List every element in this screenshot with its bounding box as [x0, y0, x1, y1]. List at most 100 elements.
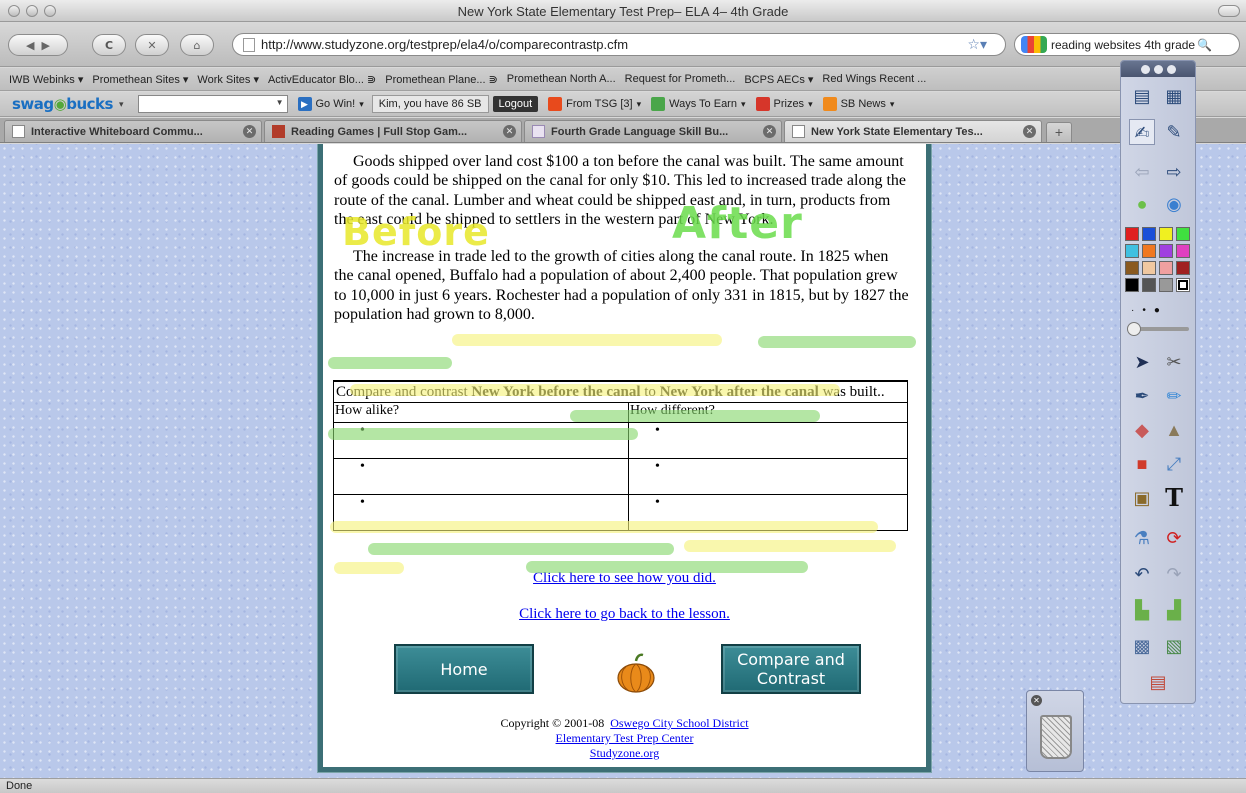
shape-icon[interactable]: ■: [1129, 451, 1155, 477]
color-swatch[interactable]: [1142, 278, 1156, 292]
previous-page-icon[interactable]: ⇦: [1129, 159, 1155, 185]
main-menu-icon[interactable]: ▤: [1129, 83, 1155, 109]
oswego-link[interactable]: Oswego City School District: [610, 716, 748, 730]
color-swatch[interactable]: [1125, 278, 1139, 292]
studyzone-link[interactable]: Studyzone.org: [590, 746, 659, 760]
test-prep-center-link[interactable]: Elementary Test Prep Center: [556, 731, 694, 745]
go-win-button[interactable]: ▶ Go Win! ▾: [297, 97, 364, 111]
bookmark-request-promethean[interactable]: Request for Prometh...: [625, 73, 736, 85]
prizes-button[interactable]: Prizes ▾: [755, 97, 813, 111]
bookmark-red-wings[interactable]: Red Wings Recent ...: [822, 73, 926, 85]
bookmark-promethean-sites[interactable]: Promethean Sites ▾: [92, 73, 188, 86]
desktop-annotate-icon[interactable]: ✍: [1129, 119, 1155, 145]
search-engine-icon[interactable]: [1021, 36, 1047, 53]
pen-width-dots[interactable]: ·•●: [1131, 305, 1168, 316]
trash-bin-widget[interactable]: ✕: [1026, 690, 1084, 772]
color-swatch[interactable]: [1176, 244, 1190, 258]
switch-profile-icon[interactable]: ◉: [1161, 191, 1187, 217]
color-swatch[interactable]: [1176, 278, 1190, 292]
fill-icon[interactable]: ▲: [1161, 417, 1187, 443]
magic-ink-icon[interactable]: ⚗: [1129, 525, 1155, 551]
bookmark-promethean-planet[interactable]: Promethean Plane... ⋑: [385, 73, 498, 86]
tab-iwb-community[interactable]: Interactive Whiteboard Commu... ✕: [4, 120, 262, 142]
compare-contrast-button[interactable]: Compare and Contrast: [721, 644, 861, 694]
new-tab-button[interactable]: +: [1046, 122, 1072, 142]
toolbox-header[interactable]: [1121, 61, 1195, 77]
color-swatch[interactable]: [1142, 227, 1156, 241]
go-dropdown-icon[interactable]: ▾: [359, 99, 364, 110]
record-icon[interactable]: ▩: [1129, 633, 1155, 659]
redo-icon[interactable]: ↷: [1161, 561, 1187, 587]
tab-close-icon[interactable]: ✕: [1023, 125, 1036, 138]
ways-to-earn-button[interactable]: Ways To Earn ▾: [651, 97, 746, 111]
trash-close-icon[interactable]: ✕: [1031, 695, 1042, 706]
pen-icon[interactable]: ✒: [1129, 383, 1155, 409]
bookmark-activeducator[interactable]: ActivEducator Blo... ⋑: [268, 73, 376, 86]
back-icon[interactable]: ◀: [26, 39, 34, 52]
back-to-lesson-link[interactable]: Click here to go back to the lesson.: [323, 606, 926, 623]
back-forward-buttons[interactable]: ◀ ▶: [8, 34, 68, 56]
chart-icon[interactable]: ▟: [1161, 597, 1187, 623]
ways-dropdown-icon[interactable]: ▾: [741, 99, 746, 110]
tab-close-icon[interactable]: ✕: [763, 125, 776, 138]
home-button[interactable]: Home: [394, 644, 534, 694]
bookmark-star-icon[interactable]: ☆▾: [967, 36, 987, 53]
tab-fourth-grade[interactable]: Fourth Grade Language Skill Bu... ✕: [524, 120, 782, 142]
swag-search-input[interactable]: [137, 95, 288, 113]
pdf-icon[interactable]: ▤: [1145, 669, 1171, 695]
color-swatch[interactable]: [1142, 244, 1156, 258]
toolbox-menu-icon[interactable]: [1140, 64, 1150, 74]
different-cell[interactable]: •: [628, 422, 908, 459]
color-swatch[interactable]: [1159, 261, 1173, 275]
different-cell[interactable]: •: [628, 458, 908, 495]
forward-icon[interactable]: ▶: [42, 39, 50, 52]
reset-page-icon[interactable]: ⟳: [1161, 525, 1187, 551]
slider-thumb[interactable]: [1127, 322, 1141, 336]
search-text[interactable]: reading websites 4th grade: [1051, 38, 1195, 52]
connector-icon[interactable]: ⤢: [1161, 451, 1187, 477]
color-swatch[interactable]: [1125, 261, 1139, 275]
prizes-dropdown-icon[interactable]: ▾: [808, 99, 813, 110]
export-icon[interactable]: ▧: [1161, 633, 1187, 659]
tab-reading-games[interactable]: Reading Games | Full Stop Gam... ✕: [264, 120, 522, 142]
stop-button[interactable]: ✕: [135, 34, 169, 56]
toolbar-toggle-button[interactable]: [1218, 5, 1240, 17]
color-swatch[interactable]: [1125, 244, 1139, 258]
select-icon[interactable]: ➤: [1129, 349, 1155, 375]
desktop-tools-icon[interactable]: ✎: [1161, 119, 1187, 145]
align-icon[interactable]: ▙: [1129, 597, 1155, 623]
color-swatch[interactable]: [1142, 261, 1156, 275]
highlighter-icon[interactable]: ✏: [1161, 383, 1187, 409]
alike-cell[interactable]: •: [333, 458, 629, 495]
eraser-icon[interactable]: ◆: [1129, 417, 1155, 443]
text-icon[interactable]: T: [1161, 485, 1187, 511]
swagbucks-logo[interactable]: swag◉bucks: [12, 95, 113, 113]
color-swatch[interactable]: [1159, 278, 1173, 292]
tab-close-icon[interactable]: ✕: [243, 125, 256, 138]
tools-icon[interactable]: ✂: [1161, 349, 1187, 375]
reload-button[interactable]: C: [92, 34, 126, 56]
logo-dropdown-icon[interactable]: ▾: [119, 99, 124, 110]
sb-news-button[interactable]: SB News ▾: [822, 97, 895, 111]
next-page-icon[interactable]: ⇨: [1161, 159, 1187, 185]
bookmark-promethean-north[interactable]: Promethean North A...: [507, 73, 616, 85]
toolbox-close-icon[interactable]: [1166, 64, 1176, 74]
color-swatch[interactable]: [1125, 227, 1139, 241]
browser-icon[interactable]: ▦: [1161, 83, 1187, 109]
search-field[interactable]: reading websites 4th grade 🔍: [1014, 33, 1240, 56]
undo-icon[interactable]: ↶: [1129, 561, 1155, 587]
address-text[interactable]: http://www.studyzone.org/testprep/ela4/o…: [261, 37, 628, 52]
news-dropdown-icon[interactable]: ▾: [890, 99, 895, 110]
color-swatch[interactable]: [1176, 261, 1190, 275]
tab-close-icon[interactable]: ✕: [503, 125, 516, 138]
color-swatch[interactable]: [1159, 227, 1173, 241]
activinspire-toolbox[interactable]: ▤ ▦ ✍ ✎ ⇦ ⇨ ● ◉ ·•● ➤ ✂ ✒ ✏ ◆ ▲ ■ ⤢ ▣ T …: [1120, 60, 1196, 704]
home-button[interactable]: ⌂: [180, 34, 214, 56]
clip-icon[interactable]: ▣: [1129, 485, 1155, 511]
address-bar[interactable]: http://www.studyzone.org/testprep/ela4/o…: [232, 33, 1006, 56]
width-slider[interactable]: [1127, 322, 1189, 336]
play-icon[interactable]: ●: [1129, 191, 1155, 217]
bookmark-iwb-webinks[interactable]: IWB Webinks ▾: [9, 73, 83, 86]
color-swatch[interactable]: [1176, 227, 1190, 241]
color-swatch[interactable]: [1159, 244, 1173, 258]
